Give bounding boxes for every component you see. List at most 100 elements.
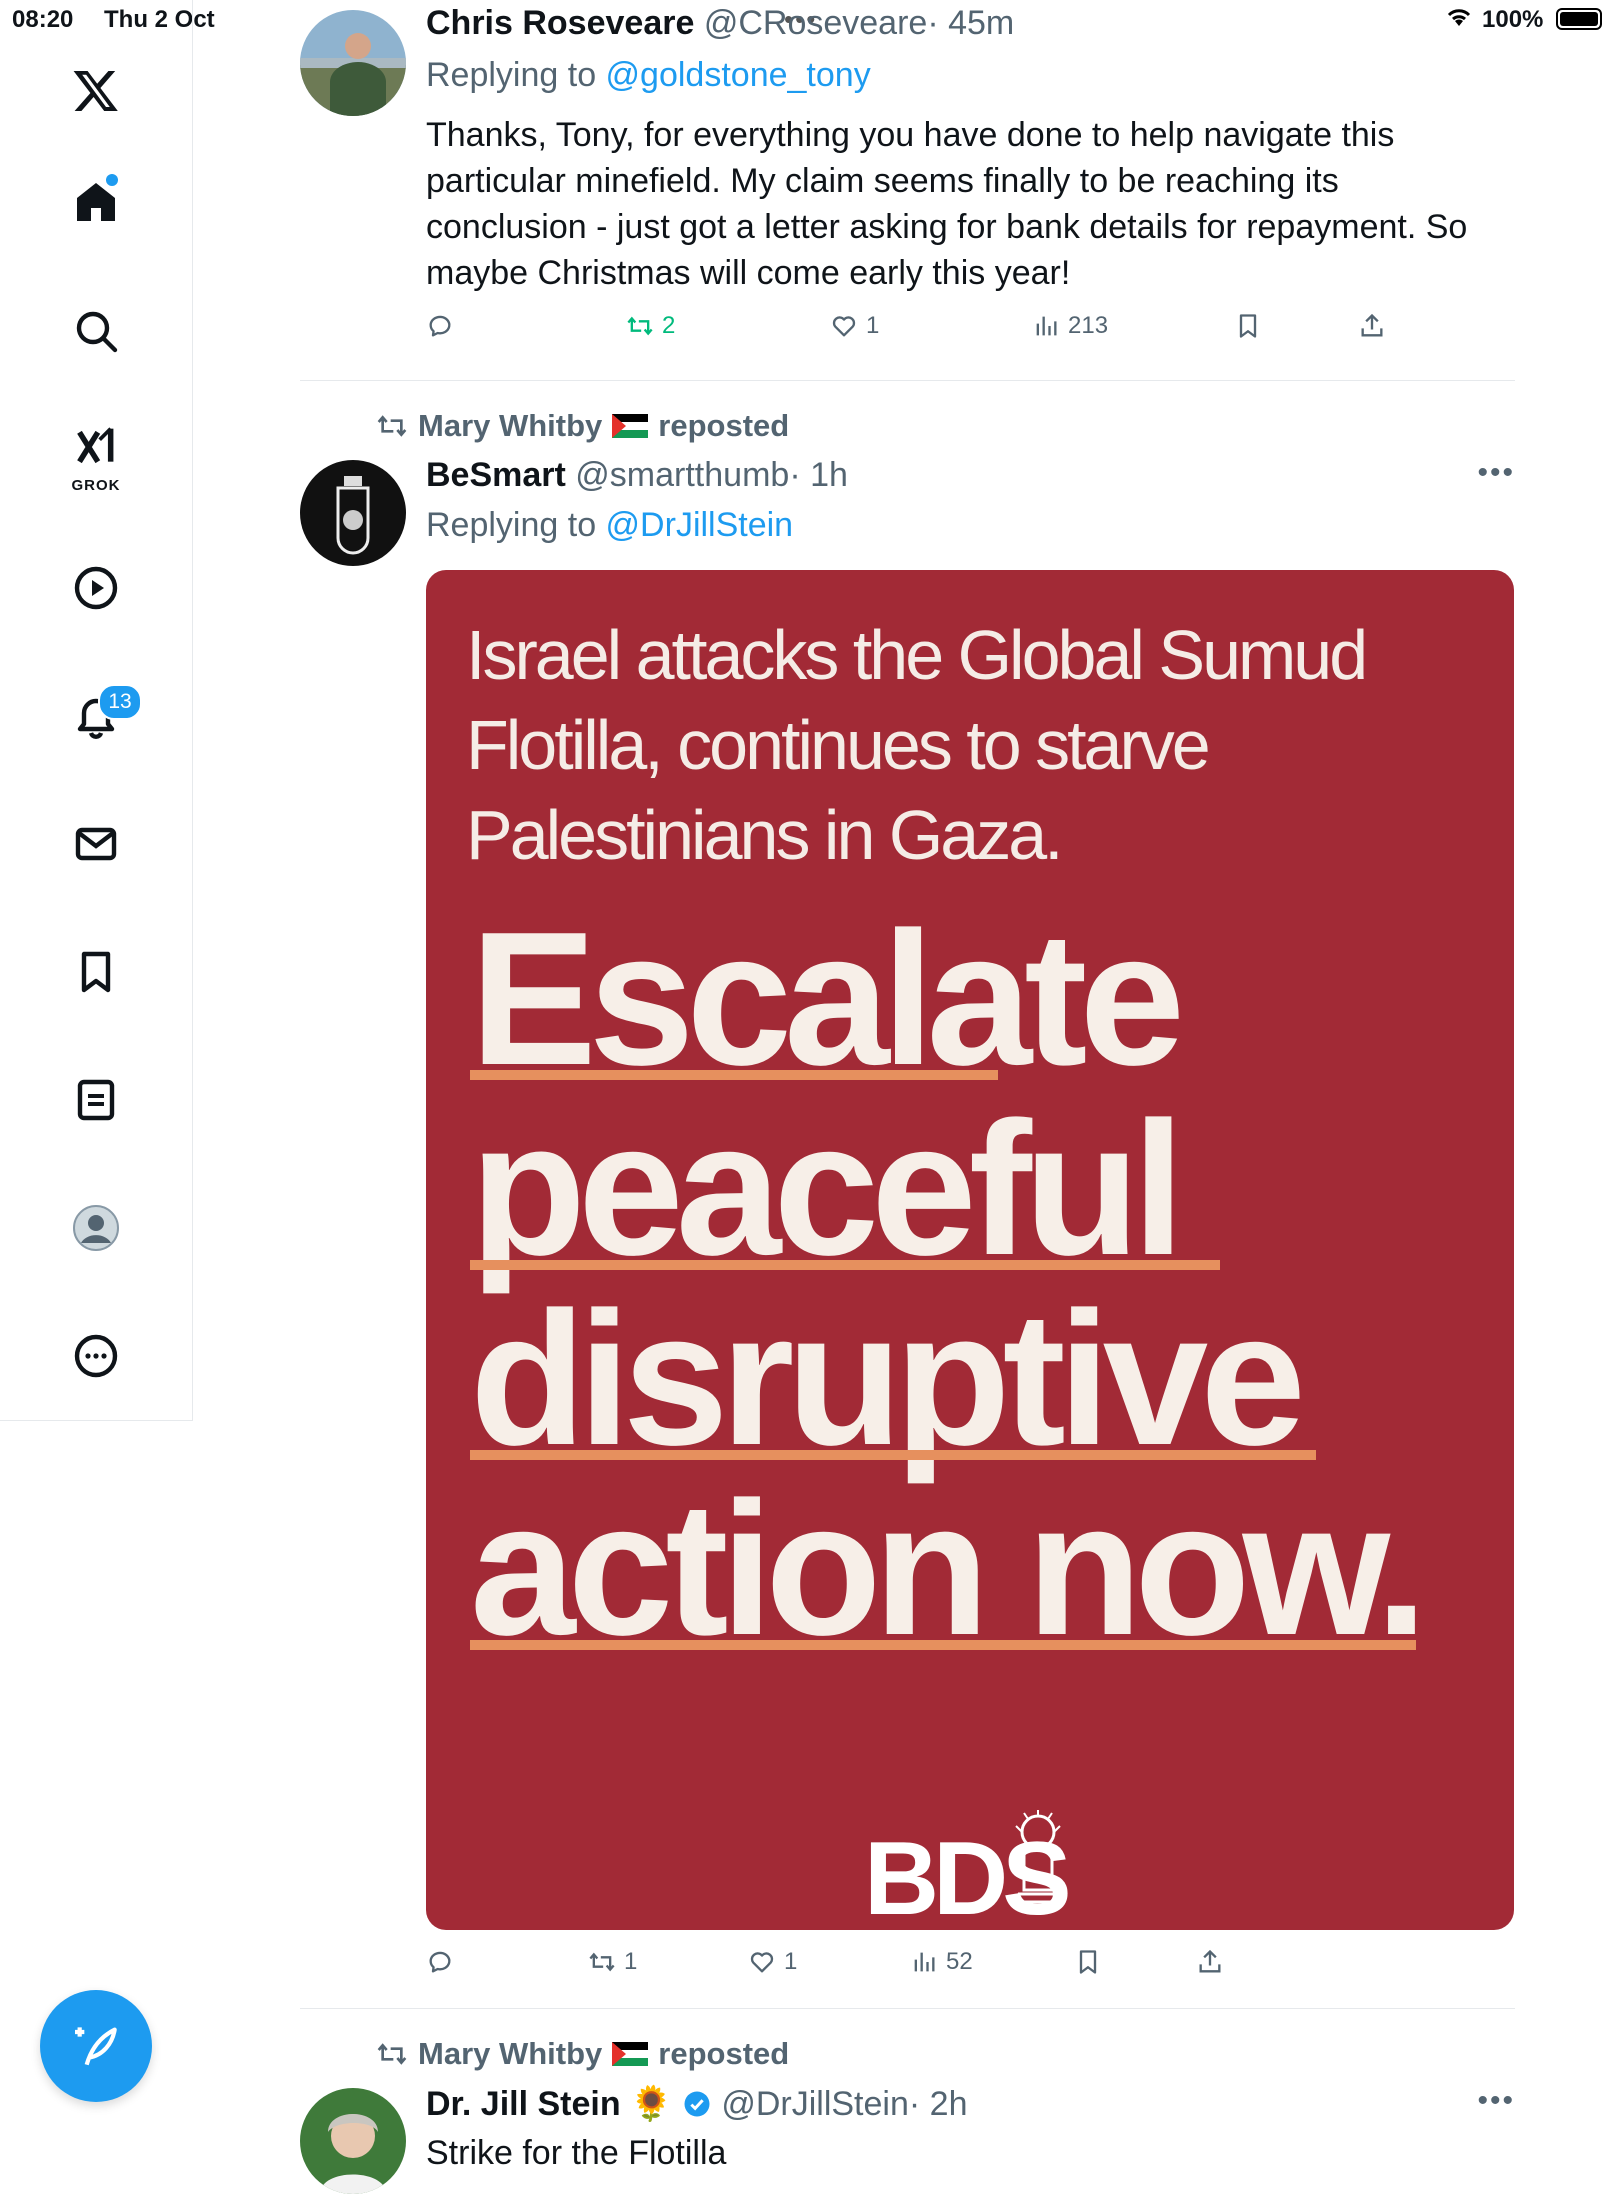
replying-prefix: Replying to bbox=[426, 506, 606, 544]
battery-icon bbox=[1556, 8, 1602, 30]
wifi-icon bbox=[1444, 6, 1474, 37]
poster-underline bbox=[470, 1640, 1416, 1650]
messages-mail-icon[interactable] bbox=[60, 808, 132, 880]
like-button[interactable]: 1 bbox=[830, 312, 879, 340]
share-icon bbox=[1361, 313, 1383, 337]
heart-icon bbox=[832, 316, 856, 337]
search-icon[interactable] bbox=[60, 295, 132, 367]
palestine-flag-icon bbox=[612, 2042, 649, 2066]
heart-icon bbox=[750, 1952, 774, 1973]
poster-underline bbox=[470, 1450, 1316, 1460]
bookmark-button[interactable] bbox=[1074, 1948, 1102, 1976]
compose-feather-icon bbox=[75, 2027, 117, 2066]
grok-label: GROK bbox=[71, 477, 121, 494]
divider bbox=[300, 2008, 1515, 2009]
share-icon bbox=[1199, 1949, 1221, 1973]
more-options-icon[interactable] bbox=[60, 1320, 132, 1392]
lists-icon[interactable] bbox=[60, 1064, 132, 1136]
tweet-text: Strike for the Flotilla bbox=[426, 2134, 727, 2172]
author-handle[interactable]: @DrJillStein bbox=[721, 2085, 909, 2123]
author-name[interactable]: BeSmart bbox=[426, 456, 566, 494]
bookmark-button[interactable] bbox=[1234, 312, 1262, 340]
replying-to-link[interactable]: @DrJillStein bbox=[606, 506, 794, 544]
tweet-time: · 1h bbox=[789, 456, 848, 494]
tweet-header: Chris Roseveare @CRoseveare· 45m bbox=[426, 4, 1014, 43]
x-logo-icon[interactable] bbox=[60, 54, 132, 126]
sidebar: GROK 13 bbox=[0, 0, 193, 1421]
bookmarks-icon[interactable] bbox=[60, 936, 132, 1008]
notifications-badge: 13 bbox=[98, 684, 142, 720]
avatar[interactable] bbox=[300, 10, 406, 116]
share-button[interactable] bbox=[1196, 1948, 1224, 1976]
handala-figure-icon bbox=[1015, 1810, 1061, 1904]
poster-headline: Israel attacks the Global Sumud Flotilla… bbox=[466, 616, 1368, 874]
home-unread-dot bbox=[106, 174, 118, 186]
tweet-actions: 1 1 52 bbox=[426, 1948, 1426, 1988]
replying-to-link[interactable]: @goldstone_tony bbox=[606, 56, 871, 94]
replying-to: Replying to @DrJillStein bbox=[426, 506, 793, 545]
author-handle[interactable]: @smartthumb bbox=[575, 456, 789, 494]
retweet-button[interactable]: 2 bbox=[626, 312, 675, 340]
repost-by-name[interactable]: Mary Whitby bbox=[418, 408, 602, 444]
repost-icon bbox=[377, 2043, 407, 2065]
retweet-count: 2 bbox=[662, 312, 676, 339]
tweet-time: · 45m bbox=[927, 4, 1015, 42]
author-handle[interactable]: @CRoseveare bbox=[704, 4, 928, 42]
author-name[interactable]: Dr. Jill Stein bbox=[426, 2085, 621, 2123]
poster-underline bbox=[470, 1260, 1220, 1270]
author-name[interactable]: Chris Roseveare bbox=[426, 4, 694, 42]
retweet-count: 1 bbox=[624, 1948, 638, 1975]
views-button[interactable]: 52 bbox=[910, 1948, 973, 1976]
author-emoji: 🌻 bbox=[630, 2085, 673, 2123]
views-chart-icon bbox=[914, 1952, 935, 1972]
repost-icon bbox=[377, 415, 407, 437]
more-options-icon[interactable]: ••• bbox=[1477, 2084, 1515, 2118]
like-button[interactable]: 1 bbox=[748, 1948, 797, 1976]
repost-suffix: reposted bbox=[658, 408, 790, 443]
tweet-header: BeSmart @smartthumb· 1h bbox=[426, 456, 848, 495]
like-count: 1 bbox=[866, 312, 880, 339]
repost-context: Mary Whitby reposted bbox=[376, 408, 789, 444]
bookmark-icon bbox=[1239, 314, 1257, 338]
repost-context: Mary Whitby reposted bbox=[376, 2036, 789, 2072]
avatar[interactable] bbox=[300, 2088, 406, 2194]
poster-line-3: disruptive bbox=[470, 1273, 1306, 1485]
views-count: 213 bbox=[1068, 312, 1109, 339]
share-button[interactable] bbox=[1358, 312, 1386, 340]
battery-percent: 100% bbox=[1482, 6, 1544, 33]
grok-icon[interactable]: GROK bbox=[60, 420, 132, 494]
compose-post-button[interactable] bbox=[40, 1990, 152, 2102]
reply-button[interactable] bbox=[426, 312, 454, 340]
reply-button[interactable] bbox=[426, 1948, 454, 1976]
poster-line-4: action now. bbox=[470, 1463, 1428, 1675]
tweet-actions: 2 1 213 bbox=[426, 312, 1426, 352]
poster-line-1: Escalate bbox=[470, 893, 1185, 1105]
home-icon[interactable] bbox=[60, 166, 132, 238]
profile-avatar-icon[interactable] bbox=[60, 1192, 132, 1264]
verified-badge-icon bbox=[684, 2091, 710, 2117]
palestine-flag-icon bbox=[612, 414, 649, 438]
reply-icon bbox=[429, 1951, 451, 1973]
divider bbox=[300, 380, 1515, 381]
repost-by-name[interactable]: Mary Whitby bbox=[418, 2036, 602, 2072]
poster-line-2: peaceful bbox=[470, 1083, 1185, 1295]
more-options-icon[interactable]: ••• bbox=[1477, 456, 1515, 490]
retweet-button[interactable]: 1 bbox=[588, 1948, 637, 1976]
video-play-icon[interactable] bbox=[60, 552, 132, 624]
tweet-image-poster[interactable]: Israel attacks the Global Sumud Flotilla… bbox=[426, 570, 1514, 1930]
views-button[interactable]: 213 bbox=[1032, 312, 1108, 340]
reply-icon bbox=[429, 315, 451, 337]
tweet-text: Thanks, Tony, for everything you have do… bbox=[426, 116, 1468, 292]
retweet-icon bbox=[627, 316, 653, 336]
poster-underline bbox=[470, 1070, 998, 1080]
retweet-icon bbox=[589, 1952, 615, 1972]
tweet-header: Dr. Jill Stein 🌻 @DrJillStein· 2h bbox=[426, 2084, 967, 2124]
views-count: 52 bbox=[946, 1948, 973, 1975]
replying-to: Replying to @goldstone_tony bbox=[426, 56, 871, 95]
repost-suffix: reposted bbox=[658, 2036, 790, 2071]
bookmark-icon bbox=[1079, 1950, 1097, 1974]
avatar[interactable] bbox=[300, 460, 406, 566]
like-count: 1 bbox=[784, 1948, 798, 1975]
replying-prefix: Replying to bbox=[426, 56, 606, 94]
tweet-time: · 2h bbox=[908, 2085, 968, 2123]
